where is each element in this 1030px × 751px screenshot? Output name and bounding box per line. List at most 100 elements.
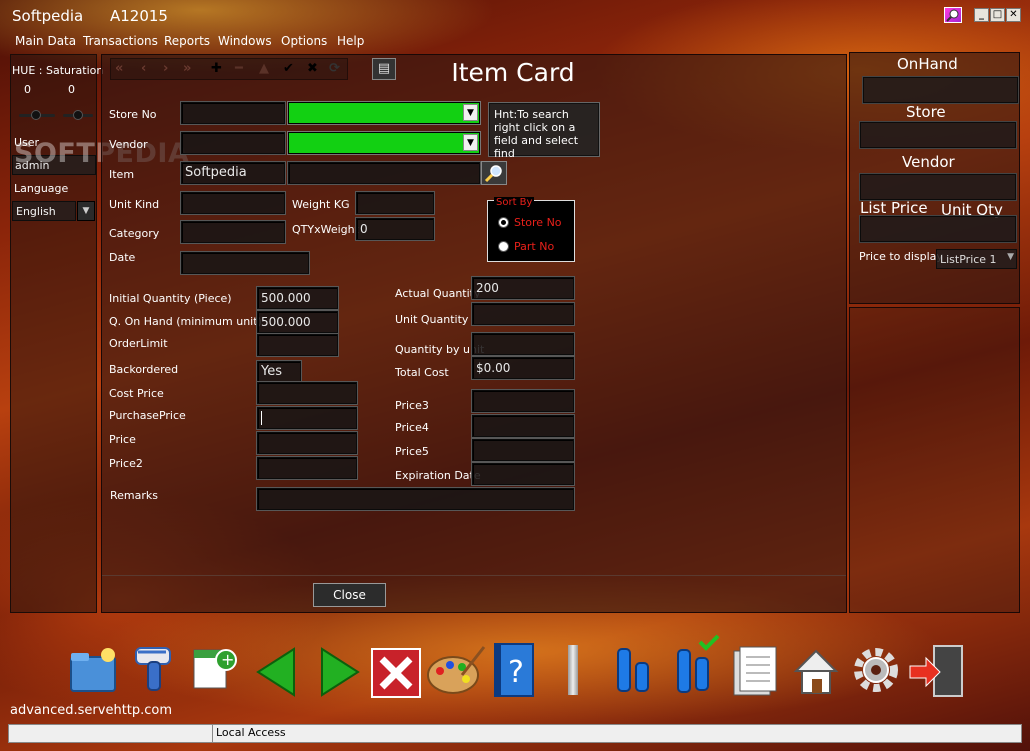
store-field[interactable] <box>860 122 1016 148</box>
bars-icon[interactable] <box>612 645 660 693</box>
forward-arrow-icon[interactable] <box>318 645 366 697</box>
cost-price-field[interactable] <box>257 382 357 404</box>
hue-slider-knob[interactable] <box>31 110 41 120</box>
purchase-price-field[interactable] <box>257 407 357 429</box>
palette-icon[interactable] <box>426 645 486 694</box>
home-icon[interactable] <box>792 645 840 694</box>
vendor-combo[interactable]: ▼ <box>288 132 480 154</box>
actual-qty-label: Actual Quantity <box>395 287 481 300</box>
language-select[interactable]: English <box>12 201 76 221</box>
store-no-combo[interactable]: ▼ <box>288 102 480 124</box>
saturation-slider[interactable] <box>63 110 93 120</box>
folder-icon[interactable] <box>68 645 116 693</box>
chevron-down-icon[interactable]: ▼ <box>1007 252 1014 262</box>
chevron-down-icon[interactable]: ▼ <box>463 134 478 151</box>
print-button[interactable]: ▤ <box>372 58 396 80</box>
menu-main-data[interactable]: Main Data <box>15 34 76 48</box>
weight-kg-field[interactable] <box>356 192 434 214</box>
menu-transactions[interactable]: Transactions <box>83 34 158 48</box>
item-name-field[interactable] <box>288 162 480 184</box>
add-icon[interactable]: ✚ <box>211 61 222 76</box>
confirm-check-icon[interactable]: ✔ <box>283 61 294 76</box>
initial-qty-field[interactable]: 500.000 <box>257 287 338 309</box>
saturation-label: Saturation <box>46 64 104 77</box>
report-pages-icon[interactable] <box>732 645 780 696</box>
remove-icon[interactable]: ━ <box>235 61 243 76</box>
unit-kind-label: Unit Kind <box>109 198 160 211</box>
saturation-slider-knob[interactable] <box>73 110 83 120</box>
barcode-scanner-icon[interactable] <box>130 642 178 691</box>
delete-icon[interactable] <box>370 647 421 698</box>
saturation-value: 0 <box>68 83 75 96</box>
help-book-icon[interactable]: ? <box>492 642 540 697</box>
previous-record-icon[interactable]: ‹ <box>141 61 146 76</box>
close-window-button[interactable]: ✕ <box>1006 8 1021 22</box>
on-hand-label: Q. On Hand (minimum unit) <box>109 315 262 328</box>
price4-field[interactable] <box>472 415 574 437</box>
first-record-icon[interactable]: « <box>115 61 123 76</box>
unit-qty-field[interactable] <box>472 303 574 325</box>
menu-help[interactable]: Help <box>337 34 364 48</box>
price3-field[interactable] <box>472 390 574 412</box>
price4-label: Price4 <box>395 421 429 434</box>
item-code-field[interactable]: Softpedia <box>181 162 285 184</box>
back-arrow-icon[interactable] <box>254 645 302 697</box>
date-field[interactable] <box>181 252 309 274</box>
status-left-cell <box>9 725 212 742</box>
remarks-field[interactable] <box>257 488 574 510</box>
order-limit-field[interactable] <box>257 334 338 356</box>
initial-qty-label: Initial Quantity (Piece) <box>109 292 232 305</box>
sort-store-no-radio[interactable] <box>498 217 509 228</box>
store-no-field[interactable] <box>181 102 285 124</box>
price-to-display-select[interactable]: ListPrice 1 ▼ <box>936 249 1017 269</box>
store-no-label: Store No <box>109 108 157 121</box>
find-button[interactable] <box>481 161 507 185</box>
qty-weight-field[interactable]: 0 <box>356 218 434 240</box>
category-field[interactable] <box>181 221 285 243</box>
sort-part-no-label[interactable]: Part No <box>514 240 554 253</box>
price5-field[interactable] <box>472 439 574 461</box>
backordered-field[interactable]: Yes <box>257 361 301 382</box>
hue-value: 0 <box>24 83 31 96</box>
hue-slider[interactable] <box>19 110 55 120</box>
cancel-x-icon[interactable]: ✖ <box>307 61 318 76</box>
price-to-display-value: ListPrice 1 <box>940 253 997 266</box>
list-price-field[interactable] <box>860 216 1016 242</box>
on-hand-field[interactable]: 500.000 <box>257 311 338 333</box>
last-record-icon[interactable]: » <box>183 61 191 76</box>
chevron-down-icon[interactable]: ▼ <box>77 201 95 221</box>
actual-qty-field[interactable]: 200 <box>472 277 574 299</box>
vendor-code-field[interactable] <box>181 132 285 154</box>
price2-field[interactable] <box>257 457 357 479</box>
chevron-down-icon[interactable]: ▼ <box>463 104 478 121</box>
menu-windows[interactable]: Windows <box>218 34 272 48</box>
total-cost-label: Total Cost <box>395 366 449 379</box>
language-select-value: English <box>16 205 56 218</box>
menu-options[interactable]: Options <box>281 34 327 48</box>
add-record-icon[interactable]: + <box>190 628 238 689</box>
qty-by-unit-field[interactable] <box>472 333 574 355</box>
bars-check-icon[interactable] <box>672 634 720 693</box>
sort-store-no-label[interactable]: Store No <box>514 216 562 229</box>
price5-label: Price5 <box>395 445 429 458</box>
total-cost-field[interactable]: $0.00 <box>472 357 574 379</box>
close-button[interactable]: Close <box>313 583 386 607</box>
minimize-button[interactable]: _ <box>974 8 989 22</box>
menu-reports[interactable]: Reports <box>164 34 210 48</box>
maximize-button[interactable]: □ <box>990 8 1005 22</box>
unit-kind-field[interactable] <box>181 192 285 214</box>
expiration-field[interactable] <box>472 463 574 485</box>
vendor-field-right[interactable] <box>860 174 1016 200</box>
date-label: Date <box>109 251 136 264</box>
refresh-icon[interactable]: ⟳ <box>329 61 340 76</box>
exit-door-icon[interactable] <box>908 644 963 697</box>
svg-text:?: ? <box>508 655 524 690</box>
price-field[interactable] <box>257 432 357 454</box>
next-record-icon[interactable]: › <box>163 61 168 76</box>
onhand-field[interactable] <box>863 77 1018 103</box>
app-search-icon[interactable] <box>944 7 962 23</box>
sort-part-no-radio[interactable] <box>498 241 509 252</box>
settings-gear-icon[interactable] <box>852 645 900 693</box>
text-cursor <box>261 411 262 425</box>
up-icon[interactable]: ▲ <box>259 61 269 76</box>
